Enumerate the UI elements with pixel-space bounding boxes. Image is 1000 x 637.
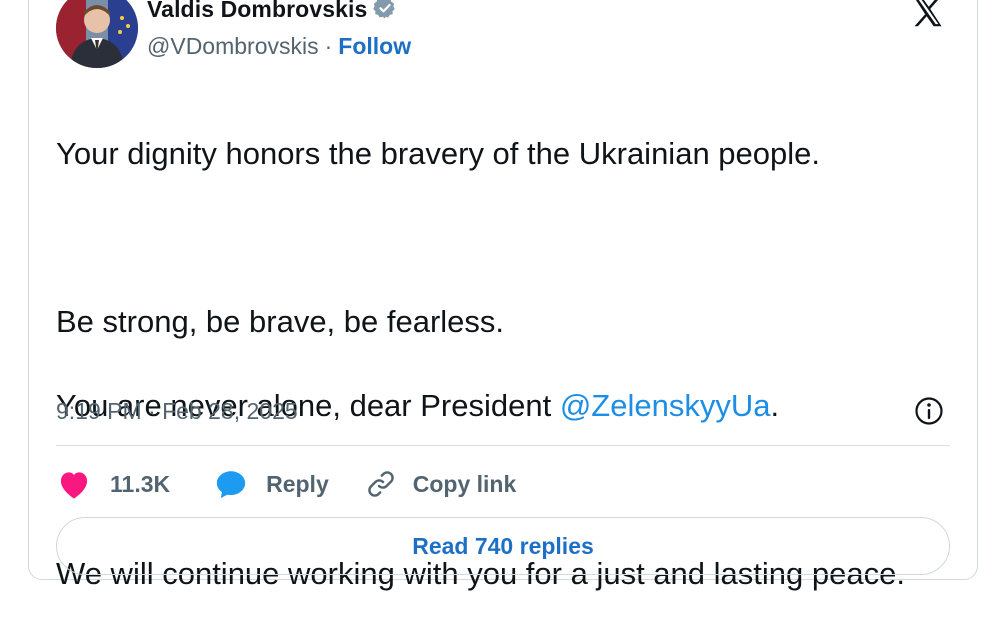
copy-link-button[interactable]: Copy link — [365, 468, 517, 500]
copy-link-label: Copy link — [412, 470, 517, 497]
author-handle[interactable]: @VDombrovskis — [147, 33, 319, 60]
verified-badge-icon — [373, 0, 397, 25]
mention-link[interactable]: @ZelenskyyUa — [560, 388, 771, 423]
heart-icon — [60, 472, 88, 499]
read-replies-button[interactable]: Read 740 replies — [56, 517, 950, 575]
like-button[interactable]: 11.3K — [56, 468, 170, 500]
follow-button[interactable]: Follow — [338, 33, 411, 60]
reply-bubble-icon — [216, 471, 246, 499]
author-display-name[interactable]: Valdis Dombrovskis — [147, 0, 367, 23]
tweet-timestamp[interactable]: 9:19 PM · Feb 28, 2025 — [56, 398, 298, 425]
x-logo-icon[interactable] — [910, 0, 946, 30]
reply-button[interactable]: Reply — [214, 468, 329, 500]
author-row: Valdis Dombrovskis — [147, 0, 397, 24]
tweet-line: Your dignity honors the bravery of the U… — [56, 136, 820, 171]
tweet-line: Be strong, be brave, be fearless. — [56, 304, 505, 339]
action-bar: 11.3K Reply Copy link — [56, 464, 516, 504]
like-count: 11.3K — [110, 470, 171, 497]
info-icon[interactable] — [913, 395, 945, 427]
reply-label: Reply — [266, 470, 329, 497]
handle-row: @VDombrovskis · Follow — [147, 33, 411, 60]
divider — [56, 445, 950, 446]
link-icon — [368, 471, 394, 497]
tweet-line-punctuation: . — [770, 388, 780, 423]
handle-separator: · — [324, 33, 333, 59]
